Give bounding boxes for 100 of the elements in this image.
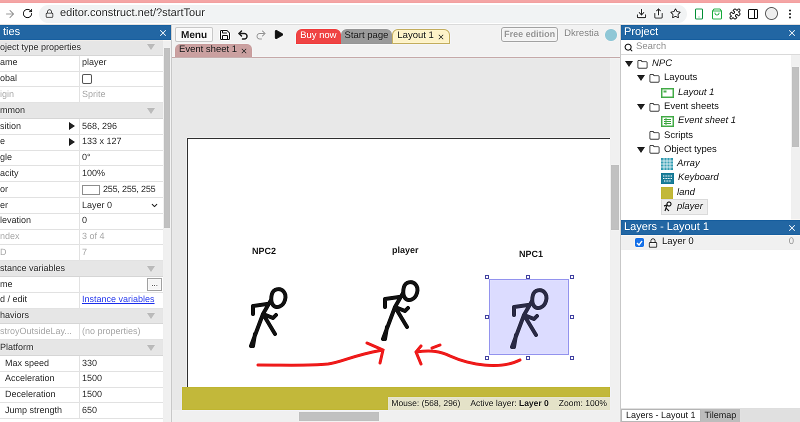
close-icon[interactable] [240, 46, 248, 54]
resize-handle[interactable] [570, 315, 574, 319]
expanded-triangle-icon[interactable] [637, 146, 645, 154]
reload-icon[interactable] [22, 8, 33, 19]
scrollbar-thumb[interactable] [164, 48, 170, 228]
close-icon[interactable] [787, 222, 797, 232]
extensions-icon[interactable] [729, 8, 741, 20]
tree-item[interactable]: player [661, 199, 708, 216]
folder-icon [649, 144, 660, 156]
color-swatch[interactable] [82, 184, 100, 195]
save-icon[interactable] [219, 28, 232, 40]
close-icon[interactable] [787, 28, 797, 38]
resize-handle[interactable] [570, 356, 574, 360]
property-value: 100% [82, 167, 106, 180]
folder-icon [649, 130, 660, 142]
address-bar[interactable]: editor.construct.net/?startTour [39, 4, 687, 22]
checkbox[interactable] [635, 238, 644, 247]
redo-icon[interactable] [255, 28, 268, 40]
undo-icon[interactable] [237, 28, 250, 40]
tree-item[interactable]: land [661, 186, 699, 200]
scrollbar-track[interactable] [791, 55, 800, 220]
editor-tab[interactable]: Start page [340, 29, 392, 44]
tree-item[interactable]: Layouts [649, 71, 702, 86]
panel-title: ties [3, 25, 20, 40]
panel-title: Project [624, 25, 658, 40]
keyboard-icon [661, 173, 674, 184]
close-icon[interactable] [158, 28, 168, 38]
search-field[interactable]: Search [636, 40, 797, 54]
section-header[interactable]: Platform [0, 340, 163, 356]
property-value: 1500 [82, 388, 102, 402]
object-label: NPC2 [252, 245, 276, 258]
property-label: gle [0, 151, 12, 164]
property-label: or [0, 182, 8, 196]
download-icon[interactable] [636, 8, 647, 19]
resize-handle[interactable] [526, 356, 530, 360]
property-label: stroyOutsideLay... [0, 324, 72, 338]
bag-icon[interactable] [711, 8, 723, 20]
star-icon[interactable] [670, 8, 681, 19]
panel-tab[interactable]: Tilemap [700, 409, 740, 422]
panel-tab[interactable]: Layers - Layout 1 [621, 409, 701, 422]
ellipsis-button[interactable]: ... [147, 278, 162, 291]
section-header[interactable]: stance variables [0, 261, 163, 277]
object-label: NPC1 [519, 248, 544, 261]
folder-icon [649, 102, 660, 113]
share-icon[interactable] [653, 8, 664, 19]
resize-handle[interactable] [485, 315, 489, 319]
property-label: D [0, 246, 6, 259]
lock-icon[interactable] [648, 238, 658, 248]
property-value: 330 [82, 356, 98, 370]
property-value: 1500 [82, 372, 102, 386]
tree-item[interactable]: Layout 1 [661, 86, 718, 100]
section-header[interactable]: oject type properties [0, 40, 163, 56]
close-icon[interactable] [436, 32, 445, 40]
tree-item[interactable]: Scripts [649, 128, 698, 143]
event-sheet-tab[interactable]: Event sheet 1 [175, 44, 252, 57]
editor-tab[interactable]: Buy now [296, 29, 341, 44]
property-label: ame [0, 56, 18, 70]
property-label: igin [0, 88, 14, 102]
sidebar-icon[interactable] [747, 8, 759, 20]
event-sheet-icon [661, 116, 674, 127]
profile-avatar[interactable] [765, 7, 778, 20]
property-label: me [0, 278, 13, 291]
property-label: acity [0, 167, 19, 180]
scrollbar-thumb[interactable] [611, 165, 619, 230]
user-name: Dkrestia [564, 27, 599, 42]
layer-dropdown[interactable]: Layer 0 [82, 198, 163, 212]
tree-item[interactable]: Keyboard [661, 171, 723, 186]
forward-icon[interactable] [4, 8, 16, 20]
scrollbar-track[interactable] [163, 40, 171, 422]
tree-item[interactable]: Event sheet 1 [661, 114, 740, 128]
play-icon[interactable] [273, 29, 284, 40]
section-header[interactable]: mmon [0, 103, 163, 119]
checkbox[interactable] [82, 74, 92, 84]
selection-box[interactable] [489, 279, 569, 355]
tree-item[interactable]: Object types [649, 142, 721, 158]
resize-handle[interactable] [570, 275, 574, 279]
expanded-triangle-icon[interactable] [637, 103, 645, 112]
property-label: obal [0, 72, 18, 86]
property-value: 255, 255, 255 [103, 182, 156, 196]
tree-item[interactable]: Event sheets [649, 100, 723, 114]
android-icon[interactable] [693, 8, 705, 20]
grid-icon [661, 158, 673, 170]
layout-icon [661, 88, 674, 98]
resize-handle[interactable] [485, 275, 489, 279]
land-swatch-icon [661, 186, 673, 199]
scrollbar-track[interactable] [610, 58, 620, 410]
layer-row[interactable]: Layer 0 0 [621, 235, 800, 250]
scrollbar-thumb[interactable] [792, 67, 799, 147]
menu-button[interactable]: Menu [175, 27, 214, 42]
mouse-position: Mouse: (568, 296) [391, 397, 460, 410]
section-header[interactable]: haviors [0, 308, 163, 324]
editor-tab[interactable]: Layout 1 [392, 29, 450, 44]
layer-count: 0 [788, 235, 794, 250]
tree-item[interactable]: Array [661, 157, 704, 172]
resize-handle[interactable] [485, 356, 489, 360]
resize-handle[interactable] [526, 275, 530, 279]
instance-variables-link[interactable]: Instance variables [82, 293, 155, 307]
scrollbar-thumb[interactable] [299, 412, 379, 420]
tree-item[interactable]: NPC [637, 57, 676, 72]
edition-badge: Free edition [501, 26, 558, 42]
